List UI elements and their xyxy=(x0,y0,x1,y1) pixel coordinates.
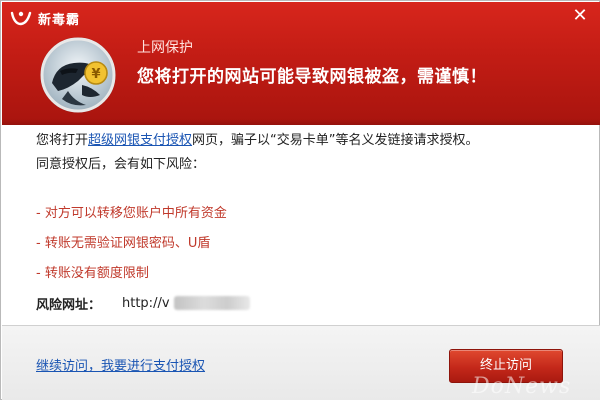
warning-header: 新毒霸 ✕ ¥ 上网保护 您将打开的网站可能导致网银被盗，需谨慎！ xyxy=(2,2,600,125)
header-title: 您将打开的网站可能导致网银被盗，需谨慎！ xyxy=(137,67,487,87)
app-name: 新毒霸 xyxy=(38,12,81,28)
risk-url-value: http://v xyxy=(122,295,170,311)
intro-line-2: 同意授权后，会有如下风险： xyxy=(36,157,206,172)
intro-text-after: 网页，骗子以“交易卡单”等名义发链接请求授权。 xyxy=(192,133,479,148)
risk-url-label: 风险网址： xyxy=(36,297,102,313)
payment-auth-link[interactable]: 超级网银支付授权 xyxy=(88,133,192,148)
app-brand: 新毒霸 xyxy=(10,8,80,28)
risk-item: - 转账无需验证网银密码、U盾 xyxy=(36,236,211,251)
svg-text:¥: ¥ xyxy=(91,67,100,82)
warning-message: 您将打开超级网银支付授权网页，骗子以“交易卡单”等名义发链接请求授权。 同意授权… xyxy=(36,129,576,177)
continue-visit-link[interactable]: 继续访问，我要进行支付授权 xyxy=(36,355,205,374)
intro-paragraph: 您将打开超级网银支付授权网页，骗子以“交易卡单”等名义发链接请求授权。 xyxy=(36,129,576,153)
risk-list: - 对方可以转移您账户中所有资金 - 转账无需验证网银密码、U盾 - 转账没有额… xyxy=(36,199,576,289)
close-icon: ✕ xyxy=(572,5,588,26)
blurred-url-mask xyxy=(173,296,250,310)
close-button[interactable]: ✕ xyxy=(570,6,590,26)
risk-item: - 对方可以转移您账户中所有资金 xyxy=(36,206,227,221)
intro-text-before: 您将打开 xyxy=(36,133,89,148)
dialog-footer: 继续访问，我要进行支付授权 终止访问 DoNews xyxy=(2,325,600,400)
header-subtitle: 上网保护 xyxy=(137,40,193,56)
risk-url-row: 风险网址： http://v xyxy=(36,291,250,315)
kingsoft-logo-icon xyxy=(10,11,32,26)
stop-visit-button[interactable]: 终止访问 xyxy=(449,349,563,383)
risk-item: - 转账没有额度限制 xyxy=(36,266,149,281)
thief-with-coin-icon: ¥ xyxy=(40,37,116,113)
dialog-window: 新毒霸 ✕ ¥ 上网保护 您将打开的网站可能导致网银被盗，需谨慎！ 您将打开超级… xyxy=(0,0,600,400)
